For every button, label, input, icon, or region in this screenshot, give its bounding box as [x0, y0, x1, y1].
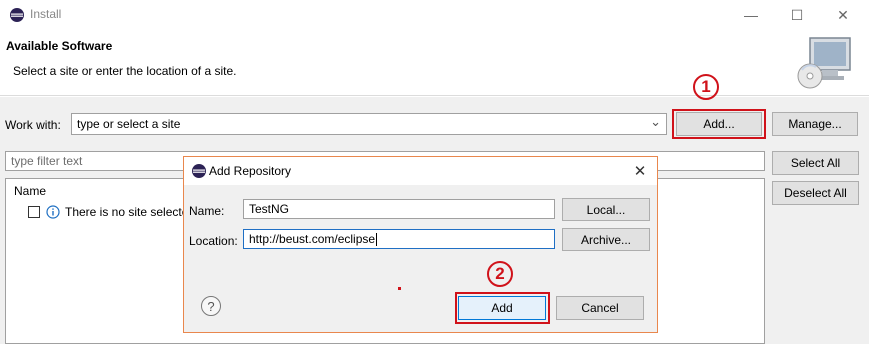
- annotation-dot: [398, 287, 401, 290]
- wizard-header: Available Software Select a site or ente…: [0, 30, 869, 96]
- page-title: Available Software: [6, 39, 113, 53]
- location-label: Location:: [189, 234, 238, 248]
- empty-list-message: There is no site selecte: [65, 205, 189, 219]
- archive-button[interactable]: Archive...: [562, 228, 650, 251]
- maximize-button[interactable]: ☐: [774, 0, 820, 30]
- manage-button[interactable]: Manage...: [772, 112, 858, 136]
- step-2-marker: 2: [487, 261, 513, 287]
- work-with-value: type or select a site: [77, 117, 181, 131]
- page-subtitle: Select a site or enter the location of a…: [13, 64, 237, 78]
- install-banner-icon: [797, 37, 851, 89]
- info-icon: [46, 205, 60, 219]
- name-value: TestNG: [249, 202, 290, 216]
- close-window-button[interactable]: ✕: [820, 0, 866, 30]
- step1-highlight: [672, 109, 766, 139]
- work-with-label: Work with:: [5, 118, 61, 132]
- filter-placeholder: type filter text: [11, 154, 83, 168]
- text-cursor: [376, 232, 378, 246]
- location-value: http://beust.com/eclipse: [249, 232, 376, 246]
- step2-highlight: [455, 292, 550, 324]
- help-icon[interactable]: ?: [201, 296, 221, 316]
- local-button[interactable]: Local...: [562, 198, 650, 221]
- name-label: Name:: [189, 204, 225, 218]
- cancel-button[interactable]: Cancel: [556, 296, 644, 320]
- chevron-down-icon[interactable]: ⌄: [650, 114, 661, 130]
- window-title: Install: [30, 7, 62, 21]
- dialog-title-bar: Add Repository ✕: [184, 157, 657, 185]
- close-icon[interactable]: ✕: [628, 159, 652, 183]
- deselect-all-button[interactable]: Deselect All: [772, 181, 859, 205]
- minimize-button[interactable]: —: [728, 0, 774, 30]
- step-1-marker: 1: [693, 74, 719, 100]
- column-header-name: Name: [14, 184, 47, 198]
- eclipse-icon: [10, 8, 24, 22]
- eclipse-icon: [192, 164, 206, 178]
- dialog-title: Add Repository: [209, 164, 292, 178]
- location-field[interactable]: http://beust.com/eclipse: [243, 229, 555, 249]
- window-title-bar: Install — ☐ ✕: [0, 0, 869, 30]
- select-all-button[interactable]: Select All: [772, 151, 859, 175]
- name-field[interactable]: TestNG: [243, 199, 555, 219]
- site-checkbox[interactable]: [28, 206, 40, 218]
- work-with-combo[interactable]: type or select a site ⌄: [71, 113, 667, 135]
- add-repository-dialog: Add Repository ✕ Name: TestNG Local... L…: [183, 156, 658, 333]
